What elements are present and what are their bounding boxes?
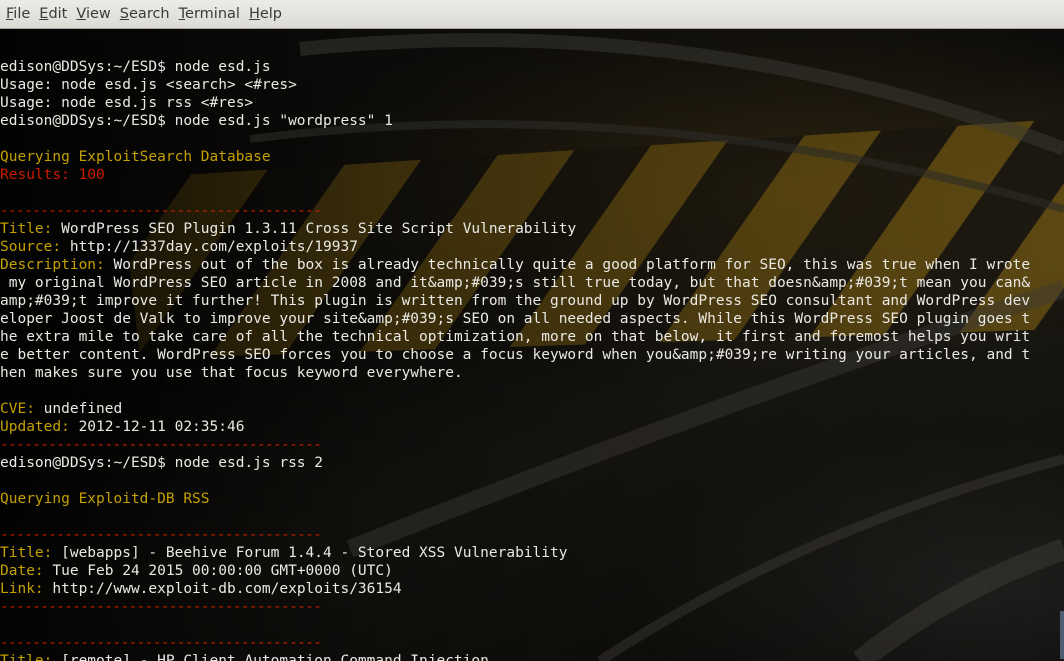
line-text: Usage: node esd.js <search> <#res>	[0, 77, 297, 93]
terminal-line: amp;#039;t improve it further! This plug…	[0, 292, 1030, 310]
line-text: amp;#039;t improve it further! This plug…	[0, 293, 1031, 309]
line-text: edison@DDSys:~/ESD$ node esd.js "wordpre…	[0, 113, 393, 129]
field-value: [remote] - HP Client Automation Command …	[52, 653, 489, 661]
terminal-line: he extra mile to take care of all the te…	[0, 328, 1030, 346]
field-value: http://1337day.com/exploits/19937	[61, 239, 358, 255]
line-text: ----------------------------------------	[0, 203, 322, 219]
terminal-line: eloper Joost de Valk to improve your sit…	[0, 310, 1030, 328]
terminal-line: my original WordPress SEO article in 200…	[0, 274, 1030, 292]
menu-view[interactable]: View	[73, 6, 113, 22]
line-text: my original WordPress SEO article in 200…	[0, 275, 1031, 291]
terminal-line: hen makes sure you use that focus keywor…	[0, 364, 1030, 382]
terminal-line: Title: [webapps] - Beehive Forum 1.4.4 -…	[0, 544, 1030, 562]
line-text: edison@DDSys:~/ESD$ node esd.js rss 2	[0, 455, 324, 471]
menu-bar: File Edit View Search Terminal Help	[0, 0, 1064, 29]
separator-line: ----------------------------------------	[0, 598, 1030, 616]
field-label: Title:	[0, 653, 53, 661]
menu-search[interactable]: Search	[117, 6, 173, 22]
terminal-line: Description: WordPress out of the box is…	[0, 256, 1030, 274]
terminal-line: Date: Tue Feb 24 2015 00:00:00 GMT+0000 …	[0, 562, 1030, 580]
terminal-output[interactable]: edison@DDSys:~/ESD$ node esd.js Usage: no…	[0, 29, 1064, 661]
terminal-lines: edison@DDSys:~/ESD$ node esd.js Usage: no…	[0, 40, 1030, 661]
field-label: Link:	[0, 581, 44, 597]
line-text: ----------------------------------------	[0, 437, 322, 453]
terminal-line: Title: [remote] - HP Client Automation C…	[0, 652, 1030, 661]
terminal-line: Usage: node esd.js rss <#res>	[0, 94, 1030, 112]
field-label: Description:	[0, 257, 105, 273]
menu-help[interactable]: Help	[246, 6, 285, 22]
field-value: 2012-12-11 02:35:46	[69, 419, 245, 435]
terminal-line: edison@DDSys:~/ESD$ node esd.js rss 2	[0, 454, 1030, 472]
line-text: ----------------------------------------	[0, 527, 322, 543]
line-text: he extra mile to take care of all the te…	[0, 329, 1031, 345]
separator-line: ----------------------------------------	[0, 202, 1030, 220]
line-text: e better content. WordPress SEO forces y…	[0, 347, 1031, 363]
line-text: hen makes sure you use that focus keywor…	[0, 365, 463, 381]
line-text: ----------------------------------------	[0, 599, 322, 615]
terminal-line: CVE: undefined	[0, 400, 1030, 418]
field-value: http://www.exploit-db.com/exploits/36154	[43, 581, 402, 597]
field-value: [webapps] - Beehive Forum 1.4.4 - Stored…	[52, 545, 568, 561]
field-value: WordPress SEO Plugin 1.3.11 Cross Site S…	[52, 221, 577, 237]
field-label: Title:	[0, 545, 53, 561]
field-label: Updated:	[0, 419, 70, 435]
terminal-line: Source: http://1337day.com/exploits/1993…	[0, 238, 1030, 256]
line-text: eloper Joost de Valk to improve your sit…	[0, 311, 1031, 327]
field-value: Tue Feb 24 2015 00:00:00 GMT+0000 (UTC)	[43, 563, 393, 579]
line-text: Usage: node esd.js rss <#res>	[0, 95, 254, 111]
line-text: Querying ExploitSearch Database	[0, 149, 271, 165]
terminal-line: Updated: 2012-12-11 02:35:46	[0, 418, 1030, 436]
separator-line: ----------------------------------------	[0, 634, 1030, 652]
line-text: Results: 100	[0, 167, 105, 183]
terminal-line: Results: 100	[0, 166, 1030, 184]
field-label: Date:	[0, 563, 44, 579]
field-label: CVE:	[0, 401, 35, 417]
terminal-line: Title: WordPress SEO Plugin 1.3.11 Cross…	[0, 220, 1030, 238]
field-value: WordPress out of the box is already tech…	[104, 257, 1031, 273]
separator-line: ----------------------------------------	[0, 526, 1030, 544]
separator-line: ----------------------------------------	[0, 436, 1030, 454]
menu-edit[interactable]: Edit	[36, 6, 70, 22]
terminal-line: e better content. WordPress SEO forces y…	[0, 346, 1030, 364]
field-label: Source:	[0, 239, 62, 255]
terminal-line: edison@DDSys:~/ESD$ node esd.js	[0, 58, 1030, 76]
field-value: undefined	[34, 401, 123, 417]
menu-file[interactable]: File	[3, 6, 33, 22]
field-label: Title:	[0, 221, 53, 237]
menu-terminal[interactable]: Terminal	[176, 6, 243, 22]
line-text: edison@DDSys:~/ESD$ node esd.js	[0, 59, 271, 75]
line-text: ----------------------------------------	[0, 635, 322, 651]
line-text: Querying Exploitd-DB RSS	[0, 491, 210, 507]
terminal-line: Link: http://www.exploit-db.com/exploits…	[0, 580, 1030, 598]
terminal-line: Querying ExploitSearch Database	[0, 148, 1030, 166]
terminal-line: edison@DDSys:~/ESD$ node esd.js "wordpre…	[0, 112, 1030, 130]
terminal-line: Querying Exploitd-DB RSS	[0, 490, 1030, 508]
terminal-line: Usage: node esd.js <search> <#res>	[0, 76, 1030, 94]
